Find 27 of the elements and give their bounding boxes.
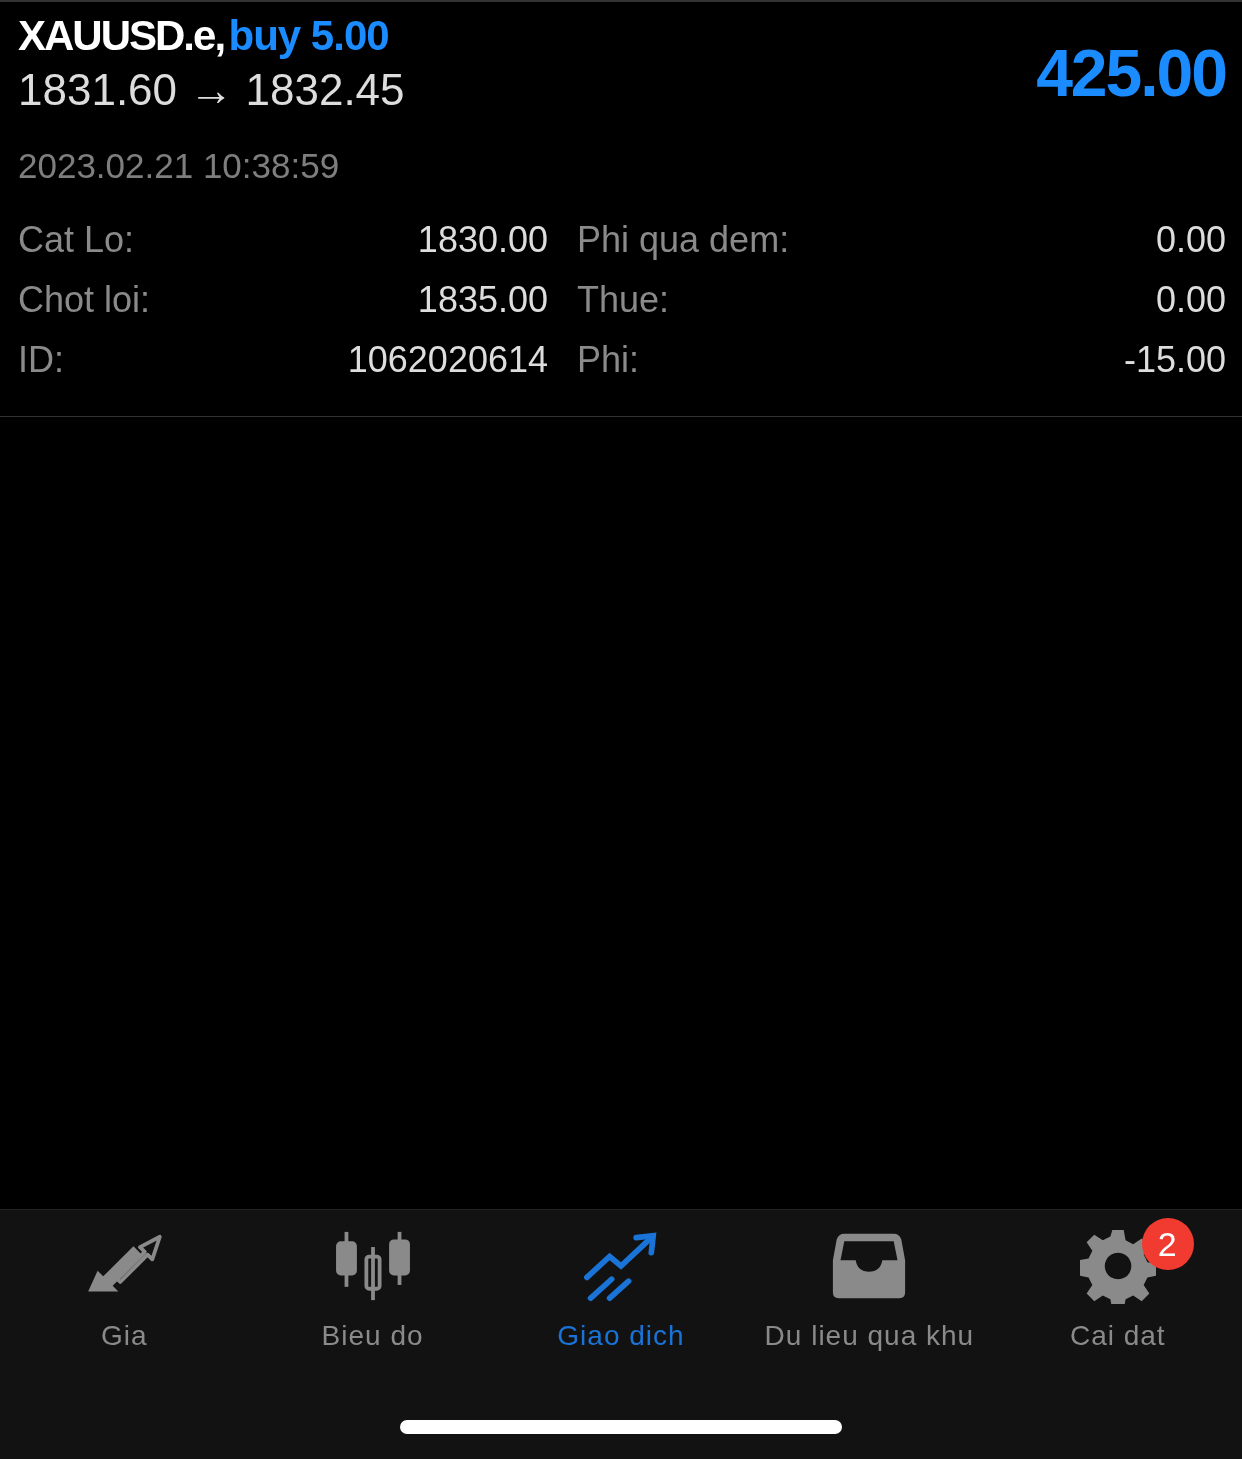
tab-button[interactable]: Bieu do — [248, 1214, 497, 1352]
detail-value: 0.00 — [1155, 279, 1226, 321]
detail-label: Thue: — [577, 279, 670, 321]
profit-value: 425.00 — [1036, 38, 1226, 108]
tab-button[interactable]: Du lieu qua khu — [745, 1214, 994, 1352]
tab-button[interactable]: Gia — [0, 1214, 249, 1352]
detail-label: Cat Lo: — [18, 219, 135, 261]
gear-icon — [1079, 1228, 1156, 1304]
detail-label: Phi qua dem: — [577, 219, 790, 261]
candlestick-icon — [334, 1230, 411, 1302]
tab-button[interactable]: Giao dich — [496, 1214, 746, 1352]
detail-label: Chot loi: — [18, 279, 151, 321]
order-time: 2023.02.21 10:38:59 — [18, 145, 341, 187]
order-side: buy 5.00 — [228, 12, 389, 59]
detail-value: 0.00 — [1155, 219, 1226, 261]
detail-label: ID: — [18, 339, 64, 381]
price-change: 1831.60 → 1832.45 — [18, 64, 405, 116]
detail-value: 1062020614 — [347, 339, 548, 381]
trend-arrow-icon — [583, 1230, 659, 1302]
tab-button[interactable]: 2 Cai dat — [993, 1214, 1242, 1352]
detail-value: 1835.00 — [417, 279, 548, 321]
notification-badge: 2 — [1141, 1218, 1194, 1270]
detail-label: Phi: — [577, 339, 640, 381]
symbol-name: XAUUSD.e, — [18, 12, 225, 59]
detail-value: 1830.00 — [417, 219, 548, 261]
inbox-tray-icon — [831, 1231, 908, 1301]
detail-value: -15.00 — [1123, 339, 1226, 381]
